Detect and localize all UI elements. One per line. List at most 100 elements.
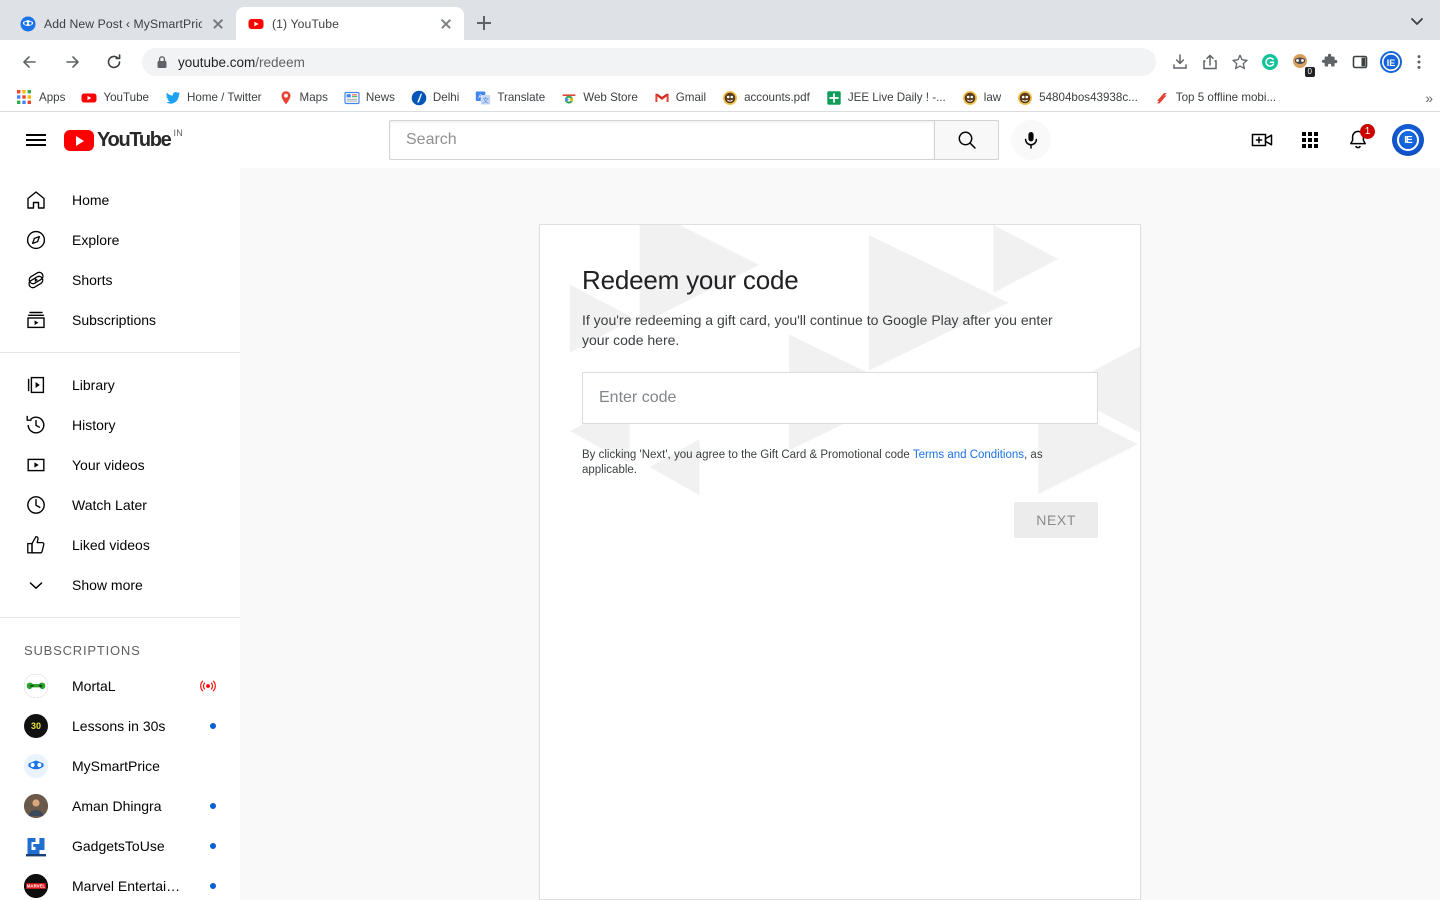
search-box[interactable] (389, 120, 934, 160)
browser-tab-1[interactable]: Add New Post ‹ MySmartPrice (8, 7, 236, 40)
sidebar-item-your-videos[interactable]: Your videos (0, 445, 240, 485)
gmail-icon (654, 90, 670, 106)
sidebar-item-label: Show more (72, 577, 143, 593)
hamburger-menu-icon[interactable] (24, 128, 48, 152)
terms-and-conditions-link[interactable]: Terms and Conditions (913, 449, 1024, 461)
channel-avatar: MARVEL (24, 874, 48, 898)
accuweather-icon (411, 90, 427, 106)
address-bar[interactable]: youtube.com/redeem (142, 48, 1156, 76)
bookmark-star-icon[interactable] (1226, 48, 1254, 76)
redeem-card-content: Redeem your code If you're redeeming a g… (582, 265, 1098, 538)
address-bar-url: youtube.com/redeem (178, 54, 305, 70)
bookmark-maps[interactable]: Maps (270, 86, 336, 110)
new-content-dot (210, 723, 216, 729)
toolbar-icons: 0 IE (1166, 48, 1430, 77)
bookmark-gmail[interactable]: Gmail (646, 86, 714, 110)
grammarly-extension-icon[interactable] (1256, 48, 1284, 76)
sidebar-divider-1 (0, 352, 240, 353)
bookmark-top-5-offline[interactable]: Top 5 offline mobi... (1146, 86, 1284, 110)
bookmark-accounts-pdf[interactable]: accounts.pdf (714, 86, 818, 110)
bookmark-law[interactable]: law (954, 86, 1009, 110)
back-arrow-icon[interactable] (15, 47, 45, 77)
browser-tab-2[interactable]: (1) YouTube (236, 7, 464, 40)
svg-text:MARVEL: MARVEL (27, 884, 46, 889)
sidebar-channel-marvel-entertainment[interactable]: MARVEL Marvel Entertainm... (0, 866, 240, 900)
forward-arrow-icon[interactable] (57, 47, 87, 77)
close-icon[interactable] (438, 16, 454, 32)
bookmark-label: Top 5 offline mobi... (1175, 91, 1277, 104)
youtube-masthead: YouTube IN Search 1 IE (0, 112, 1440, 168)
bookmark-delhi[interactable]: Delhi (403, 86, 467, 110)
sidebar-item-liked-videos[interactable]: Liked videos (0, 525, 240, 565)
sidebar-channel-mysmartprice[interactable]: MySmartPrice (0, 746, 240, 786)
bookmark-label: accounts.pdf (744, 91, 810, 104)
red-stripes-icon (1154, 90, 1170, 106)
bookmark-translate[interactable]: A 文 Translate (467, 86, 553, 110)
sidebar-channel-gadgetstouse[interactable]: GadgetsToUse (0, 826, 240, 866)
pocket-extension-icon[interactable]: 0 (1286, 48, 1315, 77)
sidebar-item-label: Explore (72, 232, 120, 248)
sidebar-item-watch-later[interactable]: Watch Later (0, 485, 240, 525)
library-icon (24, 373, 48, 397)
three-dot-menu-icon[interactable] (1408, 48, 1430, 76)
google-news-icon (344, 90, 360, 106)
voice-search-button[interactable] (1011, 120, 1051, 160)
channel-name: MortaL (72, 678, 116, 694)
bookmark-web-store[interactable]: Web Store (553, 86, 646, 110)
youtube-apps-button[interactable] (1290, 120, 1330, 160)
masthead-center (241, 120, 1199, 160)
avatar-initials: IE (1397, 129, 1419, 151)
channel-avatar (24, 754, 48, 778)
browser-profile-avatar[interactable]: IE (1376, 48, 1406, 76)
bookmark-youtube[interactable]: YouTube (73, 86, 157, 110)
youtube-body: Home Explore Shorts Subscriptions Librar… (0, 168, 1440, 900)
search-input[interactable] (406, 131, 926, 149)
new-tab-button[interactable] (470, 9, 498, 37)
bookmark-apps[interactable]: Apps (9, 86, 73, 110)
youtube-page: YouTube IN Search 1 IE Home Explore Shor… (0, 112, 1440, 900)
channel-name: GadgetsToUse (72, 838, 165, 854)
next-button[interactable]: NEXT (1014, 502, 1098, 538)
share-icon[interactable] (1196, 48, 1224, 76)
channel-name: Aman Dhingra (72, 798, 162, 814)
youtube-logo[interactable]: YouTube IN (64, 128, 183, 151)
notifications-button[interactable]: 1 (1338, 120, 1378, 160)
reload-icon[interactable] (99, 47, 129, 77)
extensions-puzzle-icon[interactable] (1316, 48, 1344, 76)
download-icon[interactable] (1166, 48, 1194, 76)
sidebar-panel-icon[interactable] (1346, 48, 1374, 76)
sidebar-subscriptions-header: SUBSCRIPTIONS (24, 642, 141, 658)
bookmark-label: JEE Live Daily ! -... (847, 91, 946, 104)
sidebar-item-show-more[interactable]: Show more (0, 565, 240, 605)
pdf-file-icon (722, 90, 738, 106)
sidebar-item-library[interactable]: Library (0, 365, 240, 405)
sidebar-item-history[interactable]: History (0, 405, 240, 445)
sidebar-channel-mortal[interactable]: MortaL (0, 666, 240, 706)
bookmarks-overflow-button[interactable]: » (1425, 90, 1433, 106)
chrome-web-store-icon (561, 90, 577, 106)
bookmark-label: Web Store (583, 91, 638, 104)
redeem-code-input[interactable] (582, 372, 1098, 424)
close-icon[interactable] (210, 16, 226, 32)
bookmark-label: Delhi (432, 91, 460, 104)
redeem-terms-text: By clicking 'Next', you agree to the Gif… (582, 448, 1062, 478)
bookmark-54804bos[interactable]: 54804bos43938c... (1009, 86, 1146, 110)
tab-title: (1) YouTube (272, 16, 340, 31)
sidebar-item-home[interactable]: Home (0, 180, 240, 220)
sidebar-item-subscriptions[interactable]: Subscriptions (0, 300, 240, 340)
new-content-dot (210, 803, 216, 809)
compass-explore-icon (24, 228, 48, 252)
avatar[interactable]: IE (1392, 124, 1424, 156)
chevron-down-icon[interactable] (1406, 10, 1428, 32)
create-video-button[interactable] (1242, 120, 1282, 160)
bookmark-twitter[interactable]: Home / Twitter (157, 86, 270, 110)
thumbs-up-icon (24, 533, 48, 557)
search-button[interactable] (934, 120, 999, 160)
sidebar-item-shorts[interactable]: Shorts (0, 260, 240, 300)
bookmark-jee-live-daily[interactable]: JEE Live Daily ! -... (818, 86, 954, 110)
bookmark-news[interactable]: News (336, 86, 403, 110)
sidebar-channel-aman-dhingra[interactable]: Aman Dhingra (0, 786, 240, 826)
sidebar-item-label: Library (72, 377, 115, 393)
sidebar-item-explore[interactable]: Explore (0, 220, 240, 260)
sidebar-channel-lessons-in-30s[interactable]: 30 Lessons in 30s (0, 706, 240, 746)
